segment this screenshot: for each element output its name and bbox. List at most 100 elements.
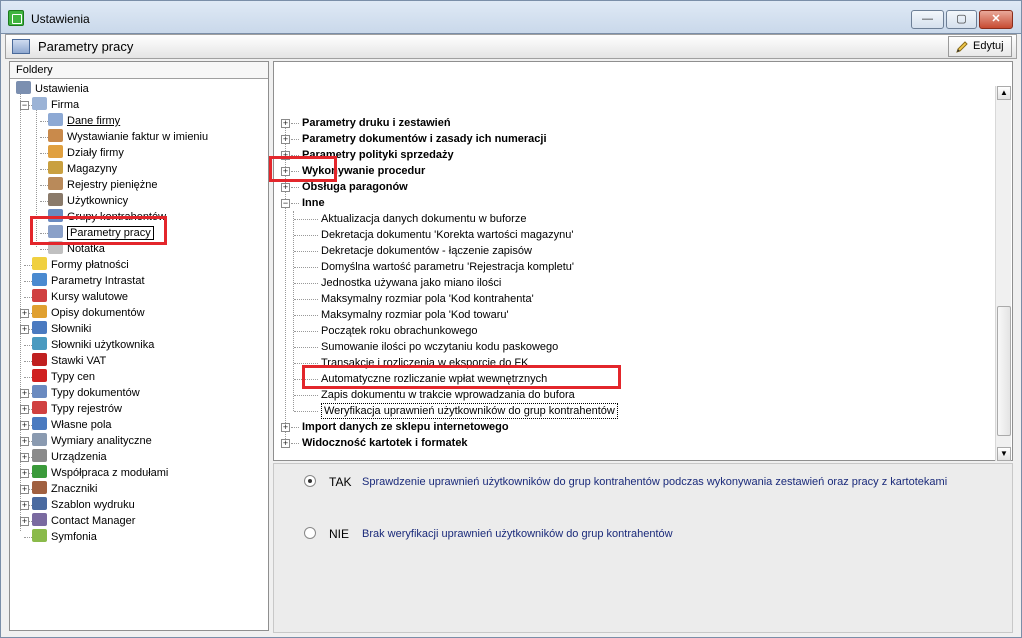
param-item[interactable]: Weryfikacja uprawnień użytkowników do gr…	[321, 403, 618, 419]
minimize-button[interactable]: —	[911, 10, 944, 29]
close-button[interactable]: ✕	[979, 10, 1013, 29]
folder-item-label: Działy firmy	[67, 147, 124, 159]
maximize-button[interactable]: ▢	[946, 10, 977, 29]
folder-item[interactable]: Urządzenia	[32, 449, 107, 465]
tak-radio[interactable]	[304, 475, 316, 487]
folder-item-label: Typy dokumentów	[51, 387, 140, 399]
company-data-icon	[48, 113, 63, 126]
param-item[interactable]: Import danych ze sklepu internetowego	[302, 419, 509, 435]
folder-item[interactable]: Typy rejestrów	[32, 401, 122, 417]
folder-item[interactable]: Rejestry pieniężne	[48, 177, 158, 193]
expand-icon[interactable]: +	[281, 119, 290, 128]
window-title: Ustawienia	[31, 12, 90, 26]
expand-icon[interactable]: +	[20, 469, 29, 478]
tree-line	[294, 251, 318, 252]
folder-item[interactable]: Szablon wydruku	[32, 497, 135, 513]
folder-item[interactable]: Contact Manager	[32, 513, 135, 529]
folder-item[interactable]: Działy firmy	[48, 145, 124, 161]
folder-item[interactable]: Wymiary analityczne	[32, 433, 152, 449]
folder-item[interactable]: Użytkownicy	[48, 193, 128, 209]
folders-panel: Foldery Ustawienia − Firma Dane firmy Wystaw…	[9, 61, 269, 631]
params-scrollbar[interactable]: ▲ ▼	[995, 86, 1011, 461]
tree-line	[291, 203, 299, 204]
folder-item-label: Własne pola	[51, 419, 112, 431]
folder-item[interactable]: Magazyny	[48, 161, 117, 177]
expand-icon[interactable]: +	[20, 501, 29, 510]
folder-item-label: Formy płatności	[51, 259, 129, 271]
folder-item-label: Dane firmy	[67, 115, 121, 127]
expand-icon[interactable]: +	[281, 439, 290, 448]
folder-item[interactable]: Wystawianie faktur w imieniu	[48, 129, 208, 145]
param-item[interactable]: Jednostka używana jako miano ilości	[321, 275, 501, 291]
expand-icon[interactable]: +	[281, 183, 290, 192]
price-type-icon	[32, 369, 47, 382]
nie-radio[interactable]	[304, 527, 316, 539]
page-title: Parametry pracy	[38, 39, 134, 54]
devices-icon	[32, 449, 47, 462]
tree-line	[294, 395, 318, 396]
folder-item[interactable]: Typy cen	[32, 369, 95, 385]
param-item[interactable]: Zapis dokumentu w trakcie wprowadzania d…	[321, 387, 575, 403]
param-item[interactable]: Aktualizacja danych dokumentu w buforze	[321, 211, 526, 227]
param-item[interactable]: Inne	[302, 195, 325, 211]
scroll-up-arrow-icon[interactable]: ▲	[997, 86, 1011, 100]
app-icon	[8, 10, 24, 26]
scroll-thumb[interactable]	[997, 306, 1011, 436]
folder-item[interactable]: Stawki VAT	[32, 353, 106, 369]
nie-label[interactable]: NIE	[329, 527, 349, 541]
folder-item-label: Słowniki	[51, 323, 92, 335]
param-item[interactable]: Parametry druku i zestawień	[302, 115, 451, 131]
tree-line	[294, 283, 318, 284]
scroll-down-arrow-icon[interactable]: ▼	[997, 447, 1011, 461]
tak-label[interactable]: TAK	[329, 475, 351, 489]
expand-icon[interactable]: +	[20, 325, 29, 334]
folder-item[interactable]: Słowniki	[32, 321, 91, 337]
folder-item-label: Firma	[51, 99, 80, 111]
expand-icon[interactable]: +	[20, 453, 29, 462]
folder-item[interactable]: Ustawienia	[16, 81, 89, 97]
folder-item-label: Słowniki użytkownika	[51, 339, 155, 351]
collapse-icon[interactable]: −	[20, 101, 29, 110]
expand-icon[interactable]: +	[20, 517, 29, 526]
folder-item[interactable]: Symfonia	[32, 529, 97, 545]
param-item[interactable]: Maksymalny rozmiar pola 'Kod kontrahenta…	[321, 291, 534, 307]
folder-item-label: Szablon wydruku	[51, 499, 135, 511]
expand-icon[interactable]: +	[20, 421, 29, 430]
expand-icon[interactable]: +	[20, 405, 29, 414]
expand-icon[interactable]: +	[20, 389, 29, 398]
folder-item[interactable]: Dane firmy	[48, 113, 120, 129]
param-item[interactable]: Maksymalny rozmiar pola 'Kod towaru'	[321, 307, 509, 323]
folder-item-label: Wystawianie faktur w imieniu	[67, 131, 209, 143]
param-item[interactable]: Początek roku obrachunkowego	[321, 323, 478, 339]
folder-item-label: Wymiary analityczne	[51, 435, 152, 447]
edit-button[interactable]: Edytuj	[948, 36, 1012, 57]
folder-item[interactable]: Firma	[32, 97, 79, 113]
folder-item[interactable]: Własne pola	[32, 417, 112, 433]
folder-item[interactable]: Słowniki użytkownika	[32, 337, 154, 353]
param-item[interactable]: Dekretacja dokumentu 'Korekta wartości m…	[321, 227, 573, 243]
window-titlebar: Ustawienia — ▢ ✕	[0, 0, 1022, 34]
folder-item[interactable]: Formy płatności	[32, 257, 129, 273]
folder-item[interactable]: Współpraca z modułami	[32, 465, 168, 481]
person-icon	[48, 129, 63, 142]
tree-line	[291, 187, 299, 188]
folder-item[interactable]: Opisy dokumentów	[32, 305, 145, 321]
param-item[interactable]: Dekretacje dokumentów - łączenie zapisów	[321, 243, 532, 259]
param-item[interactable]: Widoczność kartotek i formatek	[302, 435, 468, 451]
param-item[interactable]: Parametry dokumentów i zasady ich numera…	[302, 131, 547, 147]
folder-item[interactable]: Znaczniki	[32, 481, 97, 497]
folder-item[interactable]: Parametry Intrastat	[32, 273, 145, 289]
expand-icon[interactable]: +	[20, 309, 29, 318]
expand-icon[interactable]: +	[281, 135, 290, 144]
users-icon	[48, 193, 63, 206]
param-item[interactable]: Domyślna wartość parametru 'Rejestracja …	[321, 259, 574, 275]
expand-icon[interactable]: +	[281, 423, 290, 432]
folder-item[interactable]: Kursy walutowe	[32, 289, 128, 305]
tree-line	[294, 331, 318, 332]
param-item[interactable]: Sumowanie ilości po wczytaniu kodu pasko…	[321, 339, 558, 355]
markers-icon	[32, 481, 47, 494]
folder-item[interactable]: Typy dokumentów	[32, 385, 140, 401]
collapse-icon[interactable]: −	[281, 199, 290, 208]
expand-icon[interactable]: +	[20, 437, 29, 446]
expand-icon[interactable]: +	[20, 485, 29, 494]
